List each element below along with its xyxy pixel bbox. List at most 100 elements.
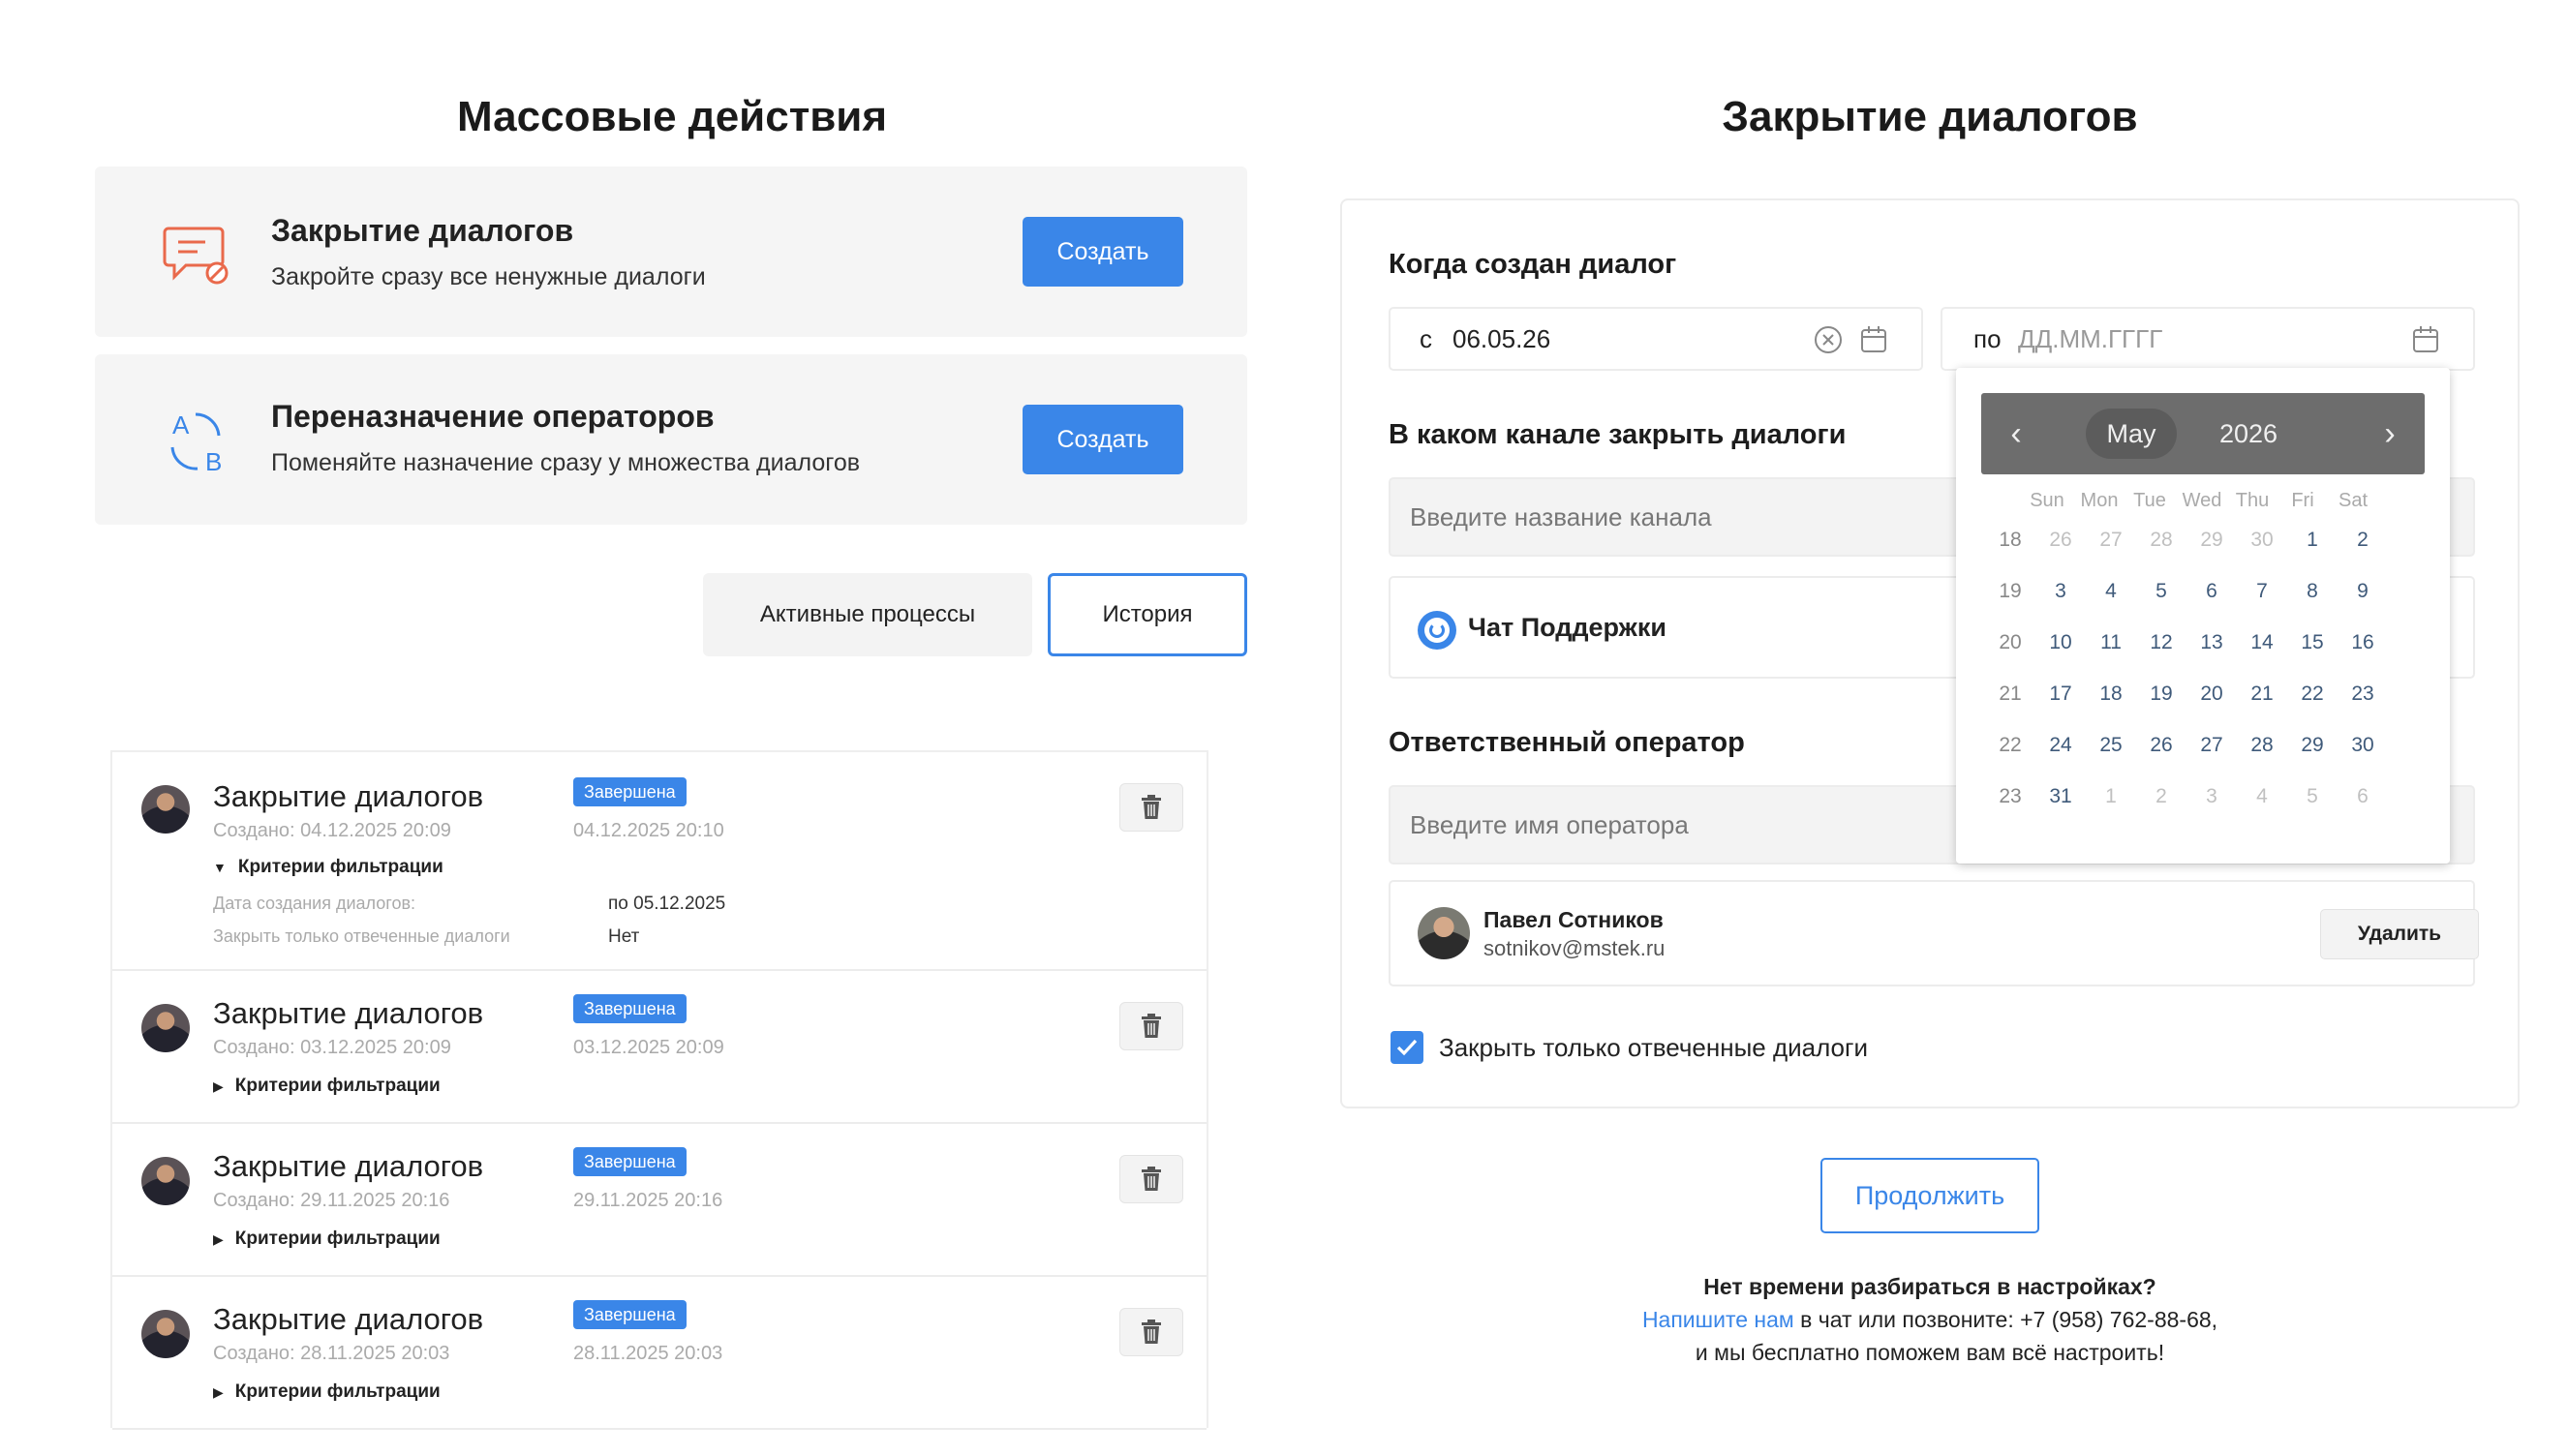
calendar-day[interactable]: 2 [2136, 785, 2186, 808]
calendar-day[interactable]: 4 [2086, 580, 2136, 603]
calendar-day[interactable]: 8 [2287, 580, 2338, 603]
filter-criteria-toggle[interactable]: ▼ Критерии фильтрации [213, 857, 443, 878]
calendar-day[interactable]: 30 [2338, 734, 2388, 757]
tab-history[interactable]: История [1048, 573, 1247, 656]
prev-month-icon[interactable]: ‹ [1997, 409, 2035, 459]
calendar-day[interactable]: 12 [2136, 631, 2186, 654]
calendar-day[interactable]: 28 [2237, 734, 2287, 757]
filter-criteria-toggle[interactable]: ▶ Критерии фильтрации [213, 1076, 441, 1097]
close-dialogs-title: Закрытие диалогов [1722, 93, 2138, 140]
calendar-day[interactable]: 31 [2035, 785, 2086, 808]
weekday-label: Wed [2182, 490, 2222, 511]
footer-contact-line: Напишите нам в чат или позвоните: +7 (95… [1641, 1307, 2218, 1332]
reassign-icon: A B [163, 407, 230, 481]
svg-text:B: B [205, 447, 222, 476]
card-close-dialogs: Закрытие диалогов Закройте сразу все нен… [95, 167, 1247, 337]
create-reassign-button[interactable]: Создать [1023, 405, 1183, 474]
calendar-day[interactable]: 3 [2186, 785, 2237, 808]
remove-operator-button[interactable]: Удалить [2320, 909, 2479, 959]
calendar-day[interactable]: 5 [2136, 580, 2186, 603]
calendar-icon[interactable] [2411, 324, 2440, 360]
calendar-day[interactable]: 14 [2237, 631, 2287, 654]
filter-criteria-toggle[interactable]: ▶ Критерии фильтрации [213, 1381, 441, 1403]
finished-date: 04.12.2025 20:10 [573, 820, 724, 841]
channel-name: Чат Поддержки [1468, 613, 1666, 642]
page: Массовые действия Закрытие диалогов Закр… [0, 0, 2568, 1456]
calendar-day[interactable]: 17 [2035, 682, 2086, 706]
calendar-day[interactable]: 16 [2338, 631, 2388, 654]
calendar-day[interactable]: 28 [2136, 529, 2186, 552]
calendar-day[interactable]: 7 [2237, 580, 2287, 603]
detail-label: Дата создания диалогов: [213, 894, 416, 913]
weekday-label: Tue [2133, 490, 2166, 511]
calendar-day[interactable]: 29 [2186, 529, 2237, 552]
detail-value: по 05.12.2025 [608, 894, 726, 914]
date-to-field[interactable]: по ДД.ММ.ГГГГ [1941, 307, 2475, 371]
calendar-day[interactable]: 6 [2186, 580, 2237, 603]
calendar-day[interactable]: 26 [2136, 734, 2186, 757]
delete-button[interactable] [1119, 1155, 1183, 1203]
date-from-field[interactable]: с 06.05.26 [1389, 307, 1923, 371]
calendar-day[interactable]: 4 [2237, 785, 2287, 808]
delete-button[interactable] [1119, 783, 1183, 832]
calendar-day[interactable]: 11 [2086, 631, 2136, 654]
detail-label: Закрыть только отвеченные диалоги [213, 926, 510, 946]
card-reassign-operators: A B Переназначение операторов Поменяйте … [95, 354, 1247, 525]
created-date: Создано: 03.12.2025 20:09 [213, 1037, 451, 1058]
history-row: Закрытие диалогов Завершена Создано: 29.… [112, 1124, 1207, 1277]
calendar-day[interactable]: 21 [2237, 682, 2287, 706]
calendar-day[interactable]: 1 [2086, 785, 2136, 808]
calendar-day[interactable]: 24 [2035, 734, 2086, 757]
avatar [141, 785, 190, 834]
delete-button[interactable] [1119, 1308, 1183, 1356]
calendar-day[interactable]: 3 [2035, 580, 2086, 603]
status-badge: Завершена [573, 994, 687, 1023]
calendar-day[interactable]: 30 [2237, 529, 2287, 552]
calendar-day[interactable]: 22 [2287, 682, 2338, 706]
tab-active-processes[interactable]: Активные процессы [703, 573, 1032, 656]
avatar [141, 1157, 190, 1205]
weekday-label: Sat [2338, 490, 2369, 511]
calendar-year[interactable]: 2026 [2219, 409, 2278, 459]
calendar-day[interactable]: 2 [2338, 529, 2388, 552]
week-number: 22 [1999, 734, 2022, 756]
create-close-dialogs-button[interactable]: Создать [1023, 217, 1183, 287]
clear-icon[interactable] [1813, 324, 1844, 360]
calendar-day[interactable]: 26 [2035, 529, 2086, 552]
next-month-icon[interactable]: › [2370, 409, 2409, 459]
channel-label: В каком канале закрыть диалоги [1389, 419, 1847, 450]
calendar-day[interactable]: 19 [2136, 682, 2186, 706]
calendar-day[interactable]: 18 [2086, 682, 2136, 706]
calendar-day[interactable]: 13 [2186, 631, 2237, 654]
calendar-day[interactable]: 5 [2287, 785, 2338, 808]
history-row: Закрытие диалогов Завершена Создано: 04.… [112, 752, 1207, 971]
calendar-day[interactable]: 27 [2086, 529, 2136, 552]
calendar-day[interactable]: 6 [2338, 785, 2388, 808]
calendar-day[interactable]: 20 [2186, 682, 2237, 706]
filter-criteria-toggle[interactable]: ▶ Критерии фильтрации [213, 1228, 441, 1250]
trash-icon [1142, 1167, 1161, 1191]
write-us-link[interactable]: Напишите нам [1642, 1307, 1794, 1332]
calendar-month[interactable]: May [2086, 409, 2177, 459]
created-date: Создано: 28.11.2025 20:03 [213, 1343, 450, 1364]
calendar-day[interactable]: 27 [2186, 734, 2237, 757]
svg-text:A: A [172, 410, 190, 440]
created-date: Создано: 29.11.2025 20:16 [213, 1190, 450, 1211]
delete-button[interactable] [1119, 1002, 1183, 1050]
calendar-icon[interactable] [1859, 324, 1888, 360]
caret-right-icon: ▶ [213, 1078, 224, 1094]
calendar-day[interactable]: 25 [2086, 734, 2136, 757]
calendar-day[interactable]: 1 [2287, 529, 2338, 552]
calendar-day[interactable]: 9 [2338, 580, 2388, 603]
card-title: Закрытие диалогов [271, 213, 574, 248]
calendar-day[interactable]: 29 [2287, 734, 2338, 757]
card-title: Переназначение операторов [271, 399, 715, 434]
date-picker-popup: ‹ May 2026 › Sun Mon Tue Wed Thu Fri Sat 18 26 2… [1956, 368, 2450, 864]
answered-only-checkbox[interactable] [1391, 1031, 1423, 1064]
calendar-day[interactable]: 23 [2338, 682, 2388, 706]
continue-button[interactable]: Продолжить [1820, 1158, 2039, 1233]
from-prefix: с [1420, 324, 1432, 353]
calendar-day[interactable]: 15 [2287, 631, 2338, 654]
calendar-day[interactable]: 10 [2035, 631, 2086, 654]
finished-date: 29.11.2025 20:16 [573, 1190, 723, 1211]
